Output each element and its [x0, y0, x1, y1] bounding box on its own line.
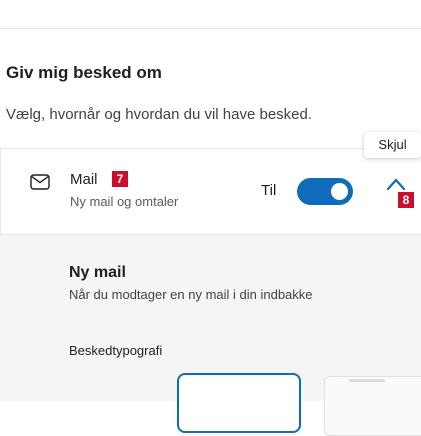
section-description: Vælg, hvornår og hvordan du vil have bes… — [6, 106, 313, 123]
mail-notification-card: Mail 7 Ny mail og omtaler Til 8 Ny mail … — [0, 148, 421, 436]
top-divider — [0, 0, 421, 29]
mail-icon — [30, 174, 50, 190]
typography-option-selected[interactable] — [177, 373, 301, 433]
mail-toggle[interactable] — [297, 178, 353, 205]
typography-option[interactable] — [324, 376, 421, 436]
mail-subtitle: Ny mail og omtaler — [70, 194, 179, 209]
mail-title: Mail — [70, 171, 98, 188]
preview-bar — [349, 379, 385, 382]
new-mail-title: Ny mail — [69, 264, 126, 281]
chevron-up-icon[interactable] — [385, 177, 407, 191]
toggle-knob — [331, 183, 348, 200]
annotation-badge-8: 8 — [398, 192, 414, 208]
annotation-badge-7: 7 — [112, 171, 128, 187]
section-title: Giv mig besked om — [6, 63, 162, 82]
mail-card-header[interactable]: Mail 7 Ny mail og omtaler Til 8 — [0, 148, 421, 235]
tooltip-hide: Skjul — [364, 132, 421, 158]
new-mail-description: Når du modtager en ny mail i din indbakk… — [69, 287, 313, 302]
notification-typography-label: Beskedtypografi — [69, 343, 163, 358]
toggle-label: Til — [261, 182, 277, 199]
